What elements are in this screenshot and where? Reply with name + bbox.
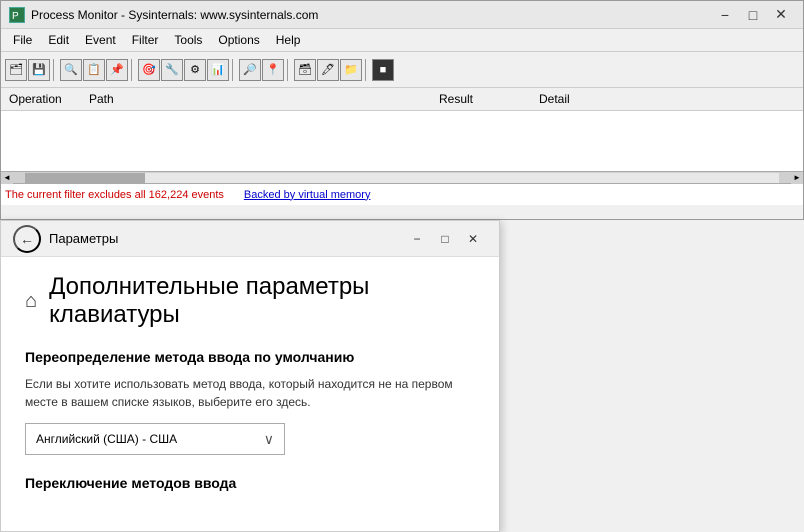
toolbar-btn-5[interactable]: 📌 xyxy=(106,59,128,81)
toolbar-btn-10[interactable]: 🔎 xyxy=(239,59,261,81)
settings-content: ⌂ Дополнительные параметры клавиатуры Пе… xyxy=(1,257,499,531)
pm-app-icon: P xyxy=(9,7,25,23)
memory-status[interactable]: Backed by virtual memory xyxy=(244,189,371,201)
toolbar-sep-3 xyxy=(232,59,236,81)
pm-scrollbar-horizontal[interactable]: ◄ ► xyxy=(1,171,803,183)
scroll-track[interactable] xyxy=(25,173,779,183)
col-path: Path xyxy=(81,90,431,108)
toolbar-btn-2[interactable]: 💾 xyxy=(28,59,50,81)
settings-title: Параметры xyxy=(49,231,403,246)
menu-filter[interactable]: Filter xyxy=(124,31,167,49)
col-operation: Operation xyxy=(1,90,81,108)
pm-title: Process Monitor - Sysinternals: www.sysi… xyxy=(31,8,711,22)
toolbar-sep-5 xyxy=(365,59,369,81)
home-icon: ⌂ xyxy=(25,290,37,313)
pm-toolbar: 🗂 💾 🔍 📋 📌 🎯 🔧 ⚙ 📊 🔎 📍 🗃 🖊 📁 ■ xyxy=(1,52,803,88)
settings-maximize-btn[interactable]: □ xyxy=(431,227,459,251)
pm-window-controls: − □ ✕ xyxy=(711,5,795,25)
toolbar-btn-15[interactable]: ■ xyxy=(372,59,394,81)
menu-options[interactable]: Options xyxy=(210,31,267,49)
input-method-dropdown[interactable]: Английский (США) - США ∨ xyxy=(25,423,285,455)
settings-page-title: Дополнительные параметры клавиатуры xyxy=(49,273,475,329)
pm-close-btn[interactable]: ✕ xyxy=(767,5,795,25)
dropdown-value: Английский (США) - США xyxy=(36,432,264,446)
toolbar-btn-13[interactable]: 🖊 xyxy=(317,59,339,81)
svg-text:P: P xyxy=(12,11,19,22)
toolbar-btn-11[interactable]: 📍 xyxy=(262,59,284,81)
pm-menubar: File Edit Event Filter Tools Options Hel… xyxy=(1,29,803,52)
toolbar-btn-14[interactable]: 📁 xyxy=(340,59,362,81)
settings-back-button[interactable]: ← xyxy=(13,225,41,253)
toolbar-sep-1 xyxy=(53,59,57,81)
col-detail: Detail xyxy=(531,90,631,108)
pm-titlebar: P Process Monitor - Sysinternals: www.sy… xyxy=(1,1,803,29)
scroll-right-arrow[interactable]: ► xyxy=(791,172,803,184)
settings-window: ← Параметры − □ ✕ ⌂ Дополнительные парам… xyxy=(0,220,500,532)
settings-minimize-btn[interactable]: − xyxy=(403,227,431,251)
dropdown-arrow-icon: ∨ xyxy=(264,431,274,448)
menu-event[interactable]: Event xyxy=(77,31,124,49)
toolbar-sep-2 xyxy=(131,59,135,81)
toolbar-sep-4 xyxy=(287,59,291,81)
menu-file[interactable]: File xyxy=(5,31,40,49)
section1-title: Переопределение метода ввода по умолчани… xyxy=(25,349,475,365)
menu-tools[interactable]: Tools xyxy=(166,31,210,49)
settings-window-controls: − □ ✕ xyxy=(403,227,487,251)
toolbar-btn-1[interactable]: 🗂 xyxy=(5,59,27,81)
section2-title: Переключение методов ввода xyxy=(25,475,475,491)
settings-close-btn[interactable]: ✕ xyxy=(459,227,487,251)
toolbar-btn-12[interactable]: 🗃 xyxy=(294,59,316,81)
pm-content-area xyxy=(1,111,803,171)
toolbar-btn-7[interactable]: 🔧 xyxy=(161,59,183,81)
menu-edit[interactable]: Edit xyxy=(40,31,77,49)
col-result: Result xyxy=(431,90,531,108)
scroll-thumb[interactable] xyxy=(25,173,145,183)
menu-help[interactable]: Help xyxy=(268,31,309,49)
toolbar-btn-4[interactable]: 📋 xyxy=(83,59,105,81)
pm-column-headers: Operation Path Result Detail xyxy=(1,88,803,111)
scroll-left-arrow[interactable]: ◄ xyxy=(1,172,13,184)
settings-page-header: ⌂ Дополнительные параметры клавиатуры xyxy=(25,273,475,329)
filter-status: The current filter excludes all 162,224 … xyxy=(5,189,224,201)
process-monitor-window: P Process Monitor - Sysinternals: www.sy… xyxy=(0,0,804,220)
settings-titlebar: ← Параметры − □ ✕ xyxy=(1,221,499,257)
pm-maximize-btn[interactable]: □ xyxy=(739,5,767,25)
toolbar-btn-9[interactable]: 📊 xyxy=(207,59,229,81)
toolbar-btn-3[interactable]: 🔍 xyxy=(60,59,82,81)
toolbar-btn-8[interactable]: ⚙ xyxy=(184,59,206,81)
pm-minimize-btn[interactable]: − xyxy=(711,5,739,25)
section1-description: Если вы хотите использовать метод ввода,… xyxy=(25,375,475,411)
toolbar-btn-6[interactable]: 🎯 xyxy=(138,59,160,81)
pm-statusbar: The current filter excludes all 162,224 … xyxy=(1,183,803,205)
